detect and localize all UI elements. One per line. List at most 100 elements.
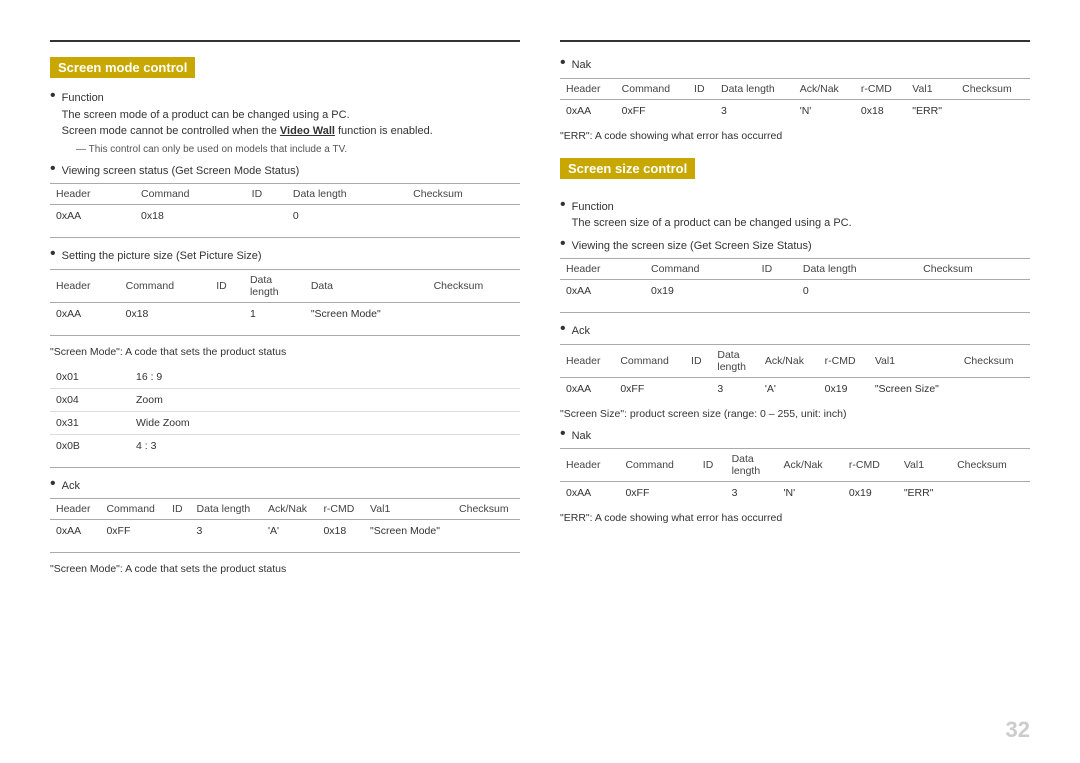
function-line1: The screen mode of a product can be chan… [62,109,350,121]
td-value: Zoom [130,388,520,411]
nak-label-top: Nak [572,57,592,74]
th-data-length-3: Data length [191,499,262,520]
td-command: 0xFF [100,520,166,543]
bullet-dot-4: • [50,476,56,492]
th-id-3: ID [166,499,190,520]
err-note-right: "ERR": A code showing what error has occ… [560,512,1030,524]
table-screen-size-get: Header Command ID Data length Checksum 0… [560,258,1030,302]
th-data-length: Data length [715,78,794,99]
th-command-3: Command [100,499,166,520]
right-column: • Nak Header Command ID Data length Ack/… [560,40,1030,583]
th-header: Header [560,78,616,99]
th-acknak-3: Ack/Nak [262,499,318,520]
th-id-1: ID [246,184,287,205]
ack-label: Ack [62,478,80,495]
bullet-dot-r2: • [560,236,566,252]
td-header: 0xAA [560,377,614,400]
td-checksum [956,99,1030,122]
th-command: Command [619,449,696,482]
td-checksum [958,377,1030,400]
function-bullet: • Function The screen mode of a product … [50,90,520,140]
th-data-length-2: Datalength [244,269,305,302]
th-command: Command [614,344,685,377]
th-command: Command [616,78,688,99]
nak-bullet-right2: • Nak [560,428,1030,445]
td-code: 0x04 [50,388,130,411]
function-line-right: The screen size of a product can be chan… [572,217,852,229]
function-note: This control can only be used on models … [66,144,520,155]
divider-r1 [560,312,1030,313]
th-header-2: Header [50,269,120,302]
nak-label-right2: Nak [572,428,592,445]
table-row: 0xAA 0x19 0 [560,280,1030,303]
table-row: 0xAA 0x18 1 "Screen Mode" [50,302,520,325]
td-rcmd: 0x18 [855,99,906,122]
td-checksum [407,205,520,228]
td-code: 0x0B [50,434,130,457]
bullet-dot-1: • [50,88,56,104]
top-rule-right [560,40,1030,42]
table-row: 0xAA 0xFF 3 'A' 0x18 "Screen Mode" [50,520,520,543]
td-command: 0xFF [619,482,696,505]
th-data-length: Data length [797,259,917,280]
td-data-length: 3 [715,99,794,122]
th-id: ID [697,449,726,482]
td-rcmd: 0x19 [819,377,869,400]
table-row: 0x31 Wide Zoom [50,411,520,434]
left-column: Screen mode control • Function The scree… [50,40,520,583]
td-id [688,99,715,122]
viewing-size-bullet: • Viewing the screen size (Get Screen Si… [560,238,1030,255]
td-command: 0x18 [120,302,211,325]
table-nak-left: Header Command ID Data length Ack/Nak r-… [560,78,1030,122]
th-id: ID [685,344,711,377]
bullet-dot-nak: • [560,55,566,71]
td-checksum [453,520,520,543]
td-acknak: 'N' [794,99,855,122]
th-val1: Val1 [869,344,958,377]
th-acknak: Ack/Nak [759,344,819,377]
td-id [246,205,287,228]
td-header: 0xAA [560,99,616,122]
th-acknak: Ack/Nak [794,78,855,99]
table-ack: Header Command ID Data length Ack/Nak r-… [50,498,520,542]
td-data-length: 3 [711,377,759,400]
td-acknak: 'A' [759,377,819,400]
th-checksum-1: Checksum [407,184,520,205]
table-row: 0xAA 0xFF 3 'N' 0x19 "ERR" [560,482,1030,505]
td-header: 0xAA [50,205,135,228]
td-acknak: 'N' [778,482,843,505]
viewing-status-label: Viewing screen status (Get Screen Mode S… [62,163,300,180]
table-row: 0x0B 4 : 3 [50,434,520,457]
th-checksum: Checksum [956,78,1030,99]
divider-1 [50,237,520,238]
err-note-left: "ERR": A code showing what error has occ… [560,130,1030,142]
function-label-right: Function [572,201,614,213]
th-data-2: Data [305,269,428,302]
divider-4 [50,552,520,553]
table-screen-mode-set: Header Command ID Datalength Data Checks… [50,269,520,325]
td-data: "Screen Mode" [305,302,428,325]
th-checksum-3: Checksum [453,499,520,520]
td-command: 0xFF [616,99,688,122]
screen-mode-note: "Screen Mode": A code that sets the prod… [50,346,520,358]
ack-label-right: Ack [572,323,590,340]
td-checksum [917,280,1030,303]
td-command: 0x18 [135,205,246,228]
ack-bullet-right: • Ack [560,323,1030,340]
th-val1: Val1 [906,78,956,99]
table-row: 0xAA 0xFF 3 'A' 0x19 "Screen Size" [560,377,1030,400]
table-codes: 0x01 16 : 9 0x04 Zoom 0x31 Wide Zoom 0x0… [50,366,520,457]
th-id: ID [688,78,715,99]
td-data-length: 3 [726,482,778,505]
td-rcmd: 0x19 [843,482,898,505]
td-checksum [951,482,1030,505]
th-data-length: Datalength [726,449,778,482]
td-data-length: 0 [797,280,917,303]
th-header: Header [560,344,614,377]
table-screen-mode-get: Header Command ID Data length Checksum 0… [50,183,520,227]
td-id [210,302,244,325]
viewing-status-bullet: • Viewing screen status (Get Screen Mode… [50,163,520,180]
th-id-2: ID [210,269,244,302]
th-id: ID [756,259,797,280]
td-val1: "Screen Mode" [364,520,453,543]
